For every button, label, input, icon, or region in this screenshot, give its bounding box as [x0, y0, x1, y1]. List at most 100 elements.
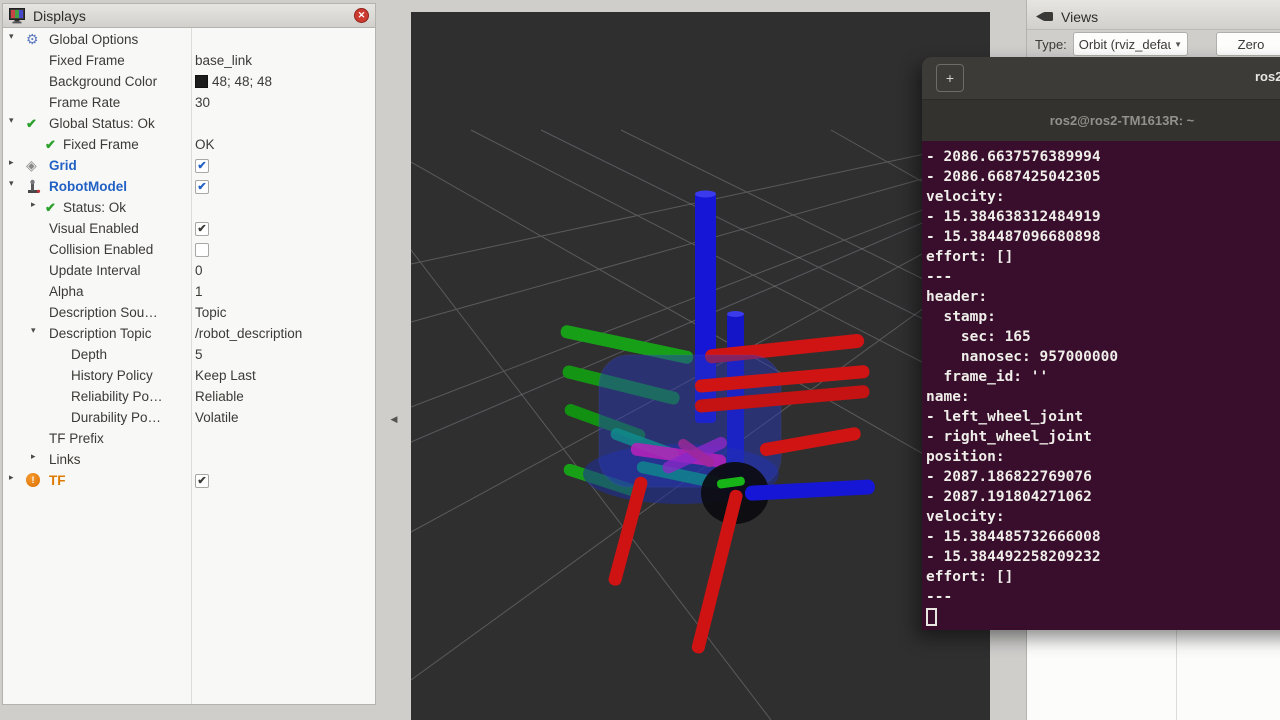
property-label: Description Topic [49, 326, 152, 341]
terminal-line: --- [926, 587, 1280, 607]
tree-row-background-color[interactable]: Background Color 48; 48; 48 [3, 72, 375, 93]
tree-row-global-status-ok[interactable]: ▾✔Global Status: Ok [3, 114, 375, 135]
collapse-panel-icon[interactable]: ◀ [388, 411, 400, 427]
property-value-text: 0 [195, 263, 203, 278]
views-panel-title: Views [1061, 9, 1098, 25]
property-value-text: Volatile [195, 410, 239, 425]
terminal-window: + ros2@ ros2@ros2-TM1613R: ~ - 2086.6637… [922, 57, 1280, 630]
expand-arrow-icon[interactable]: ▸ [9, 472, 14, 483]
property-label: Reliability Po… [71, 389, 163, 404]
tree-row-depth[interactable]: Depth 5 [3, 345, 375, 366]
property-label: Global Options [49, 32, 138, 47]
new-tab-button[interactable]: + [936, 64, 964, 92]
property-label: TF [49, 473, 66, 488]
checkbox-checked[interactable]: ✔ [195, 159, 209, 173]
view-type-value: Orbit (rviz_defau [1079, 37, 1171, 52]
property-label: TF Prefix [49, 431, 104, 446]
collapse-arrow-icon[interactable]: ▾ [9, 31, 14, 42]
property-value-text: /robot_description [195, 326, 302, 341]
terminal-line: - 2086.6687425042305 [926, 167, 1280, 187]
property-value[interactable]: 48; 48; 48 [195, 74, 272, 89]
property-value-text: Topic [195, 305, 227, 320]
terminal-content[interactable]: - 2086.6637576389994- 2086.6687425042305… [922, 141, 1280, 630]
tree-row-durability-po-[interactable]: Durability Po…Volatile [3, 408, 375, 429]
property-label: Description Sou… [49, 305, 158, 320]
expand-arrow-icon[interactable]: ▸ [31, 451, 36, 462]
expand-arrow-icon[interactable]: ▸ [31, 199, 36, 210]
property-value[interactable]: 30 [195, 95, 210, 110]
robot-model [560, 191, 876, 655]
expand-arrow-icon[interactable]: ▸ [9, 157, 14, 168]
terminal-line: - left_wheel_joint [926, 407, 1280, 427]
tree-row-grid[interactable]: ▸◈Grid✔ [3, 156, 375, 177]
displays-panel-header[interactable]: Displays ✕ [3, 4, 375, 28]
property-label: Global Status: Ok [49, 116, 155, 131]
property-value[interactable]: Topic [195, 305, 227, 320]
displays-panel-title: Displays [33, 8, 86, 24]
collapse-arrow-icon[interactable]: ▾ [9, 178, 14, 189]
property-value[interactable]: 1 [195, 284, 203, 299]
views-panel-header[interactable]: Views [1027, 0, 1280, 30]
tree-row-description-topic[interactable]: ▾ Description Topic/robot_description [3, 324, 375, 345]
property-value[interactable]: /robot_description [195, 326, 302, 341]
tree-row-frame-rate[interactable]: Frame Rate 30 [3, 93, 375, 114]
tree-row-reliability-po-[interactable]: Reliability Po… Reliable [3, 387, 375, 408]
property-label: Links [49, 452, 81, 467]
tree-row-status-ok[interactable]: ▸✔Status: Ok [3, 198, 375, 219]
tree-row-alpha[interactable]: Alpha 1 [3, 282, 375, 303]
checkbox-checked[interactable]: ✔ [195, 222, 209, 236]
3d-viewport[interactable] [411, 12, 990, 720]
view-type-label: Type: [1035, 37, 1067, 52]
terminal-line: - 2087.186822769076 [926, 467, 1280, 487]
tree-row-history-policy[interactable]: History PolicyKeep Last [3, 366, 375, 387]
terminal-line: - 15.384485732666008 [926, 527, 1280, 547]
terminal-tab[interactable]: ros2@ros2-TM1613R: ~ [939, 113, 1280, 128]
tree-row-fixed-frame[interactable]: ✔Fixed FrameOK [3, 135, 375, 156]
tree-row-links[interactable]: ▸ Links [3, 450, 375, 471]
property-value[interactable]: OK [195, 137, 215, 152]
tree-row-fixed-frame[interactable]: Fixed Framebase_link [3, 51, 375, 72]
tree-row-global-options[interactable]: ▾⚙Global Options [3, 30, 375, 51]
terminal-titlebar[interactable]: + ros2@ [922, 57, 1280, 100]
camera-icon [1035, 10, 1054, 23]
terminal-line: sec: 165 [926, 327, 1280, 347]
view-type-dropdown[interactable]: Orbit (rviz_defau ▼ [1073, 32, 1188, 56]
property-value[interactable]: 5 [195, 347, 203, 362]
property-value[interactable]: base_link [195, 53, 252, 68]
close-icon[interactable]: ✕ [354, 8, 369, 23]
tree-row-description-sou-[interactable]: Description Sou… Topic [3, 303, 375, 324]
chevron-down-icon: ▼ [1174, 40, 1182, 49]
tree-row-robotmodel[interactable]: ▾RobotModel✔ [3, 177, 375, 198]
property-value[interactable]: Volatile [195, 410, 239, 425]
property-value-text: 30 [195, 95, 210, 110]
property-label: Depth [71, 347, 107, 362]
property-label: Update Interval [49, 263, 141, 278]
tree-row-tf-prefix[interactable]: TF Prefix [3, 429, 375, 450]
tree-row-collision-enabled[interactable]: Collision Enabled [3, 240, 375, 261]
property-label: Background Color [49, 74, 157, 89]
terminal-line: - 15.384638312484919 [926, 207, 1280, 227]
terminal-line: - 15.384487096680898 [926, 227, 1280, 247]
displays-panel: Displays ✕ ▾⚙Global OptionsFixed Frameba… [2, 3, 376, 705]
property-label: Frame Rate [49, 95, 120, 110]
checkbox-unchecked[interactable] [195, 243, 209, 257]
checkbox-checked[interactable]: ✔ [195, 474, 209, 488]
property-value[interactable]: Keep Last [195, 368, 256, 383]
zero-button[interactable]: Zero [1216, 32, 1280, 56]
property-label: Fixed Frame [63, 137, 139, 152]
tree-row-tf[interactable]: ▸! TF ✔ [3, 471, 375, 492]
terminal-window-title: ros2@ [1255, 69, 1280, 84]
collapse-arrow-icon[interactable]: ▾ [9, 115, 14, 126]
collapse-arrow-icon[interactable]: ▾ [31, 325, 36, 336]
checkbox-checked[interactable]: ✔ [195, 180, 209, 194]
robot-icon [26, 179, 42, 198]
property-value-text: base_link [195, 53, 252, 68]
tree-row-update-interval[interactable]: Update Interval 0 [3, 261, 375, 282]
property-value[interactable]: 0 [195, 263, 203, 278]
terminal-line: - 15.384492258209232 [926, 547, 1280, 567]
tree-row-visual-enabled[interactable]: Visual Enabled✔ [3, 219, 375, 240]
property-value[interactable]: Reliable [195, 389, 244, 404]
tf-icon: ! [26, 473, 40, 487]
terminal-cursor [926, 608, 937, 626]
property-label: Alpha [49, 284, 84, 299]
